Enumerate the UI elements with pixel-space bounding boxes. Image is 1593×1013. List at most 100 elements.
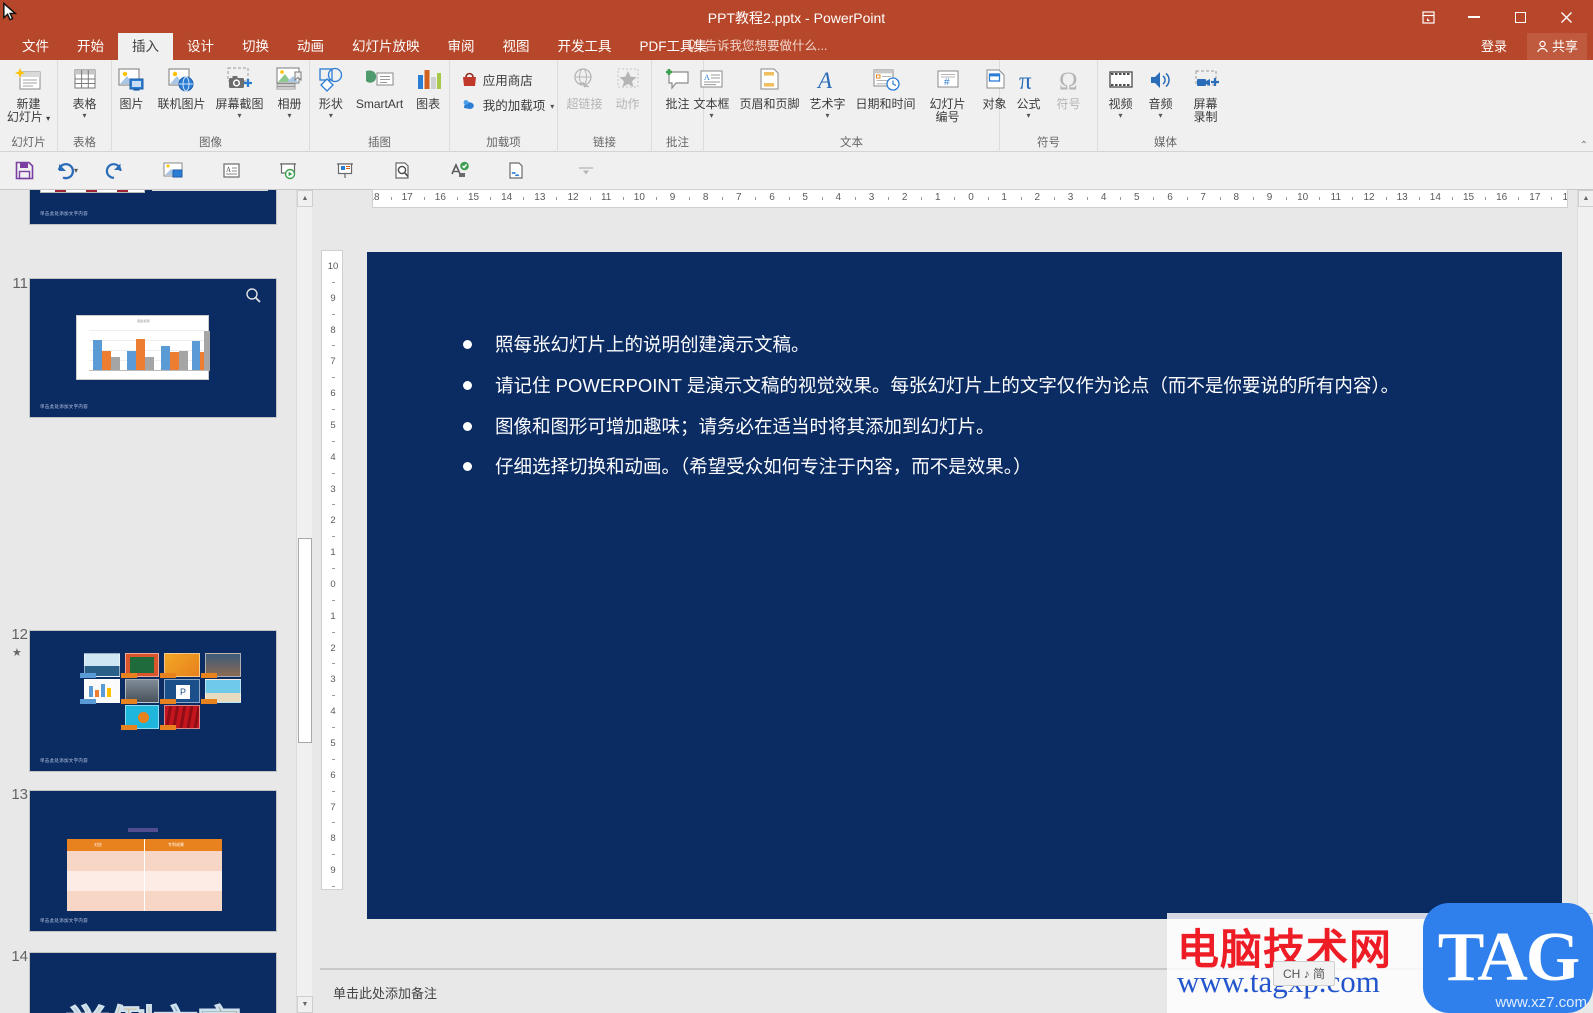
customize-qat-button[interactable] <box>562 155 610 187</box>
slide-thumbnail-10[interactable]: 单击此处添加文字内容 <box>29 190 277 225</box>
ruler-tick-mark <box>332 790 335 792</box>
chevron-down-icon[interactable]: ▾ <box>238 112 242 120</box>
ruler-tick-label: 18 <box>373 192 380 203</box>
equation-button[interactable]: π 公式 ▾ <box>1009 64 1049 120</box>
table-button[interactable]: 表格 ▾ <box>65 64 105 120</box>
slide-body-placeholder[interactable]: 照每张幻灯片上的说明创建演示文稿。 请记住 POWERPOINT 是演示文稿的视… <box>463 332 1522 495</box>
ruler-tick-mark <box>622 197 624 200</box>
ruler-tick-label: 3 <box>868 192 875 203</box>
scroll-up-arrow-icon[interactable]: ▲ <box>1578 190 1593 207</box>
chevron-down-icon[interactable]: ▾ <box>1118 112 1122 120</box>
shapes-label: 形状 <box>318 97 343 111</box>
tab-slideshow[interactable]: 幻灯片放映 <box>338 33 434 60</box>
redo-button[interactable] <box>90 155 138 187</box>
chevron-down-icon[interactable]: ▾ <box>709 112 713 120</box>
sign-in-button[interactable]: 登录 <box>1481 33 1507 60</box>
smartart-button[interactable]: SmartArt <box>351 64 408 111</box>
new-slide-icon <box>14 64 44 98</box>
notes-icon: A <box>222 163 240 178</box>
smartart-label: SmartArt <box>355 97 404 111</box>
undo-dropdown-chevron-icon[interactable]: ▾ <box>74 166 78 175</box>
tab-design[interactable]: 设计 <box>173 33 228 60</box>
symbol-button[interactable]: Ω 符号 <box>1049 64 1089 111</box>
tab-home[interactable]: 开始 <box>63 33 118 60</box>
tab-insert[interactable]: 插入 <box>118 33 173 60</box>
share-button[interactable]: 共享 <box>1526 33 1587 60</box>
tab-file[interactable]: 文件 <box>8 33 63 60</box>
ribbon-display-options-button[interactable] <box>1405 2 1451 32</box>
header-footer-button[interactable]: 页眉和页脚 <box>734 64 804 111</box>
hyperlink-button[interactable]: 超链接 <box>561 64 607 111</box>
tab-view[interactable]: 视图 <box>489 33 544 60</box>
bullet-line: 请记住 POWERPOINT 是演示文稿的视觉效果。每张幻灯片上的文字仅作为论点… <box>463 373 1522 400</box>
slide-show-button[interactable] <box>264 155 312 187</box>
save-button[interactable] <box>0 155 48 187</box>
vertical-ruler[interactable]: 10 9 8 7 6 5 4 3 2 1 0 1 2 3 4 5 6 7 8 9 <box>321 250 343 890</box>
ribbon-tabs: 文件 开始 插入 设计 切换 动画 幻灯片放映 审阅 视图 开发工具 PDF工具… <box>8 33 721 60</box>
slide-thumbnail-panel[interactable]: 单击此处添加文字内容 11 图表标题 单击此处添加文字内容 12 ★ P 单击此… <box>0 190 296 1013</box>
slide-thumbnail-12[interactable]: P 单击此处添加文字内容 <box>29 630 277 772</box>
shapes-button[interactable]: 形状 ▾ <box>311 64 351 120</box>
thumbnail-number-11: 11 <box>12 275 28 292</box>
group-label-slides: 幻灯片 <box>11 137 46 149</box>
ruler-tick-mark <box>589 197 591 200</box>
symbol-label: 符号 <box>1056 97 1081 111</box>
spell-check-button[interactable] <box>435 155 483 187</box>
horizontal-ruler[interactable]: 1817161514131211109876543210123456789101… <box>372 189 1568 208</box>
screenshot-button[interactable]: 屏幕截图 ▾ <box>211 64 269 120</box>
tab-transitions[interactable]: 切换 <box>228 33 283 60</box>
chevron-down-icon[interactable]: ▾ <box>550 103 554 111</box>
ruler-tick-label: 1 <box>330 547 336 559</box>
text-box-button[interactable]: A 文本框 ▾ <box>688 64 734 120</box>
tab-animations[interactable]: 动画 <box>283 33 338 60</box>
presenter-view-button[interactable] <box>321 155 369 187</box>
slide-vertical-scrollbar[interactable]: ▲ ▼ <box>1577 190 1593 930</box>
slide-panel-scrollbar[interactable]: ▲ ▼ <box>296 190 313 1013</box>
close-button[interactable] <box>1543 2 1589 32</box>
tab-developer[interactable]: 开发工具 <box>544 33 626 60</box>
audio-button[interactable]: 音频 ▾ <box>1141 64 1181 120</box>
start-from-beginning-button[interactable] <box>149 155 197 187</box>
picture-button[interactable]: 图片 <box>110 64 152 111</box>
tab-review[interactable]: 审阅 <box>434 33 489 60</box>
chevron-down-icon[interactable]: ▾ <box>288 112 292 120</box>
my-addins-button[interactable]: 我的加载项 ▾ <box>457 94 559 119</box>
zoom-icon[interactable] <box>245 287 262 304</box>
chevron-down-icon[interactable]: ▾ <box>826 112 830 120</box>
screen-recording-button[interactable]: 屏幕 录制 <box>1181 64 1231 124</box>
notes-page-button[interactable]: A <box>207 155 255 187</box>
insert-link-button[interactable] <box>492 155 540 187</box>
ruler-tick-mark <box>722 197 724 200</box>
online-picture-button[interactable]: 联机图片 <box>152 64 210 111</box>
slide-number-button[interactable]: # 幻灯片 编号 <box>921 64 975 124</box>
slide-thumbnail-11[interactable]: 图表标题 单击此处添加文字内容 <box>29 278 277 418</box>
video-button[interactable]: 视频 ▾ <box>1101 64 1141 120</box>
slide-panel-scroll-thumb[interactable] <box>298 538 312 743</box>
new-slide-button[interactable]: 新建 幻灯片 ▾ <box>0 64 60 125</box>
title-bar: PPT教程2.pptx - PowerPoint <box>0 0 1593 33</box>
chevron-down-icon[interactable]: ▾ <box>82 112 86 120</box>
ruler-tick-mark <box>1418 197 1420 200</box>
slide-thumbnail-14[interactable]: 举例文字 <box>29 952 277 1013</box>
scroll-up-arrow-icon[interactable]: ▲ <box>297 190 313 207</box>
scroll-down-arrow-icon[interactable]: ▼ <box>297 996 313 1013</box>
collapse-ribbon-chevron-icon[interactable]: ⌃ <box>1580 140 1588 151</box>
wordart-button[interactable]: A 艺术字 ▾ <box>805 64 851 120</box>
current-slide[interactable]: 照每张幻灯片上的说明创建演示文稿。 请记住 POWERPOINT 是演示文稿的视… <box>367 252 1562 919</box>
photo-album-button[interactable]: 相册 ▾ <box>269 64 311 120</box>
slide-thumbnail-13[interactable]: 对应 专利成果 单击此处添加文字内容 <box>29 790 277 932</box>
print-preview-button[interactable] <box>378 155 426 187</box>
maximize-button[interactable] <box>1497 2 1543 32</box>
ruler-tick-label: 8 <box>702 192 709 203</box>
store-button[interactable]: 应用商店 <box>457 69 537 94</box>
minimize-button[interactable] <box>1451 2 1497 32</box>
chevron-down-icon[interactable]: ▾ <box>1026 112 1030 120</box>
chart-button[interactable]: 图表 <box>408 64 448 111</box>
chevron-down-icon[interactable]: ▾ <box>329 112 333 120</box>
tell-me-search[interactable]: 告诉我您想要做什么... <box>686 33 827 60</box>
date-time-button[interactable]: 日期和时间 <box>851 64 921 111</box>
ruler-tick-mark <box>490 197 492 200</box>
ruler-tick-label: 4 <box>330 451 336 463</box>
action-button[interactable]: 动作 <box>608 64 648 111</box>
chevron-down-icon[interactable]: ▾ <box>1158 112 1162 120</box>
